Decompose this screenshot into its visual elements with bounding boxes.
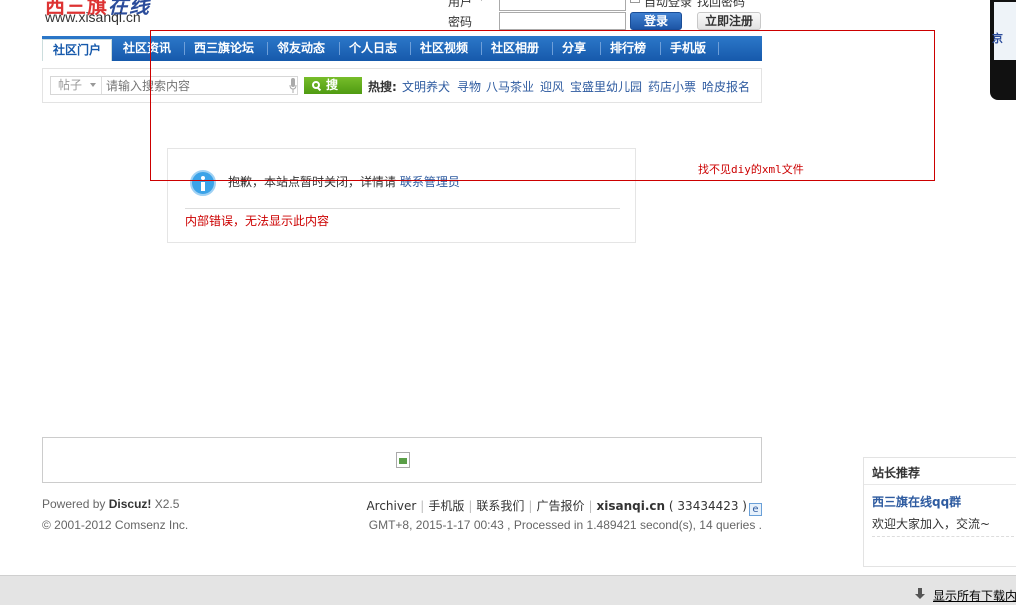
site-logo[interactable]: 西三旗在线 www.xisanqi.cn — [42, 0, 172, 30]
mobile-app-banner[interactable]: 京 — [990, 0, 1016, 100]
processing-info: GMT+8, 2015-1-17 00:43 , Processed in 1.… — [368, 518, 762, 532]
ie-browser-icon[interactable]: e — [749, 503, 762, 516]
login-button[interactable]: 登录 — [630, 12, 682, 30]
password-label: 密码 — [448, 15, 473, 29]
auto-login-checkbox[interactable] — [630, 0, 640, 3]
logo-domain: www.xisanqi.cn — [45, 9, 141, 25]
recommend-heading: 站长推荐 — [872, 466, 921, 480]
divider — [185, 208, 620, 209]
diy-error-text: 找不见diy的xml文件 — [698, 163, 804, 176]
copyright: © 2001-2012 Comsenz Inc. — [42, 518, 189, 532]
footer-icp: ( 33434423 ) — [668, 499, 747, 513]
footer-site-name[interactable]: xisanqi.cn — [597, 499, 666, 513]
username-dropdown-icon[interactable]: ▼ — [478, 0, 485, 3]
download-bar: 显示所有下载内 — [0, 575, 1016, 605]
ad-banner[interactable] — [42, 437, 762, 483]
divider — [864, 484, 1016, 485]
diy-error-frame — [150, 30, 935, 181]
phone-logo-icon: 京 — [992, 32, 1003, 45]
show-all-downloads-link[interactable]: 显示所有下载内 — [933, 587, 1016, 604]
footer-links: Archiver | 手机版 | 联系我们 | 广告报价 | xisanqi.cn ( 3343… — [366, 497, 762, 516]
username-input[interactable] — [499, 0, 626, 11]
admin-recommend-panel: 站长推荐 西三旗在线qq群 欢迎大家加入，交流~ — [863, 457, 1016, 567]
auto-login-label: 自动登录 — [644, 0, 693, 9]
download-arrow-icon — [915, 588, 925, 599]
search-type-select[interactable]: 帖子 — [51, 77, 102, 94]
password-input[interactable] — [499, 12, 626, 30]
powered-by: Powered by Discuz! X2.5 — [42, 497, 180, 511]
footer-link-archiver[interactable]: Archiver — [366, 499, 416, 513]
chevron-down-icon — [90, 83, 96, 87]
internal-error-text: 内部错误，无法显示此内容 — [185, 214, 330, 228]
broken-image-icon — [396, 452, 410, 468]
footer-link-contact[interactable]: 联系我们 — [476, 497, 524, 514]
recommend-title-link[interactable]: 西三旗在线qq群 — [872, 493, 961, 510]
username-label: 用户 — [448, 0, 473, 9]
footer-link-ads[interactable]: 广告报价 — [536, 497, 584, 514]
register-button[interactable]: 立即注册 — [697, 12, 761, 30]
dashed-divider — [872, 536, 1014, 537]
forgot-password-link[interactable]: 找回密码 — [697, 0, 745, 10]
discuz-link[interactable]: Discuz! — [109, 497, 152, 511]
recommend-description: 欢迎大家加入，交流~ — [872, 517, 991, 531]
footer-link-mobile[interactable]: 手机版 — [428, 497, 464, 514]
nav-item-portal[interactable]: 社区门户 — [42, 39, 113, 61]
